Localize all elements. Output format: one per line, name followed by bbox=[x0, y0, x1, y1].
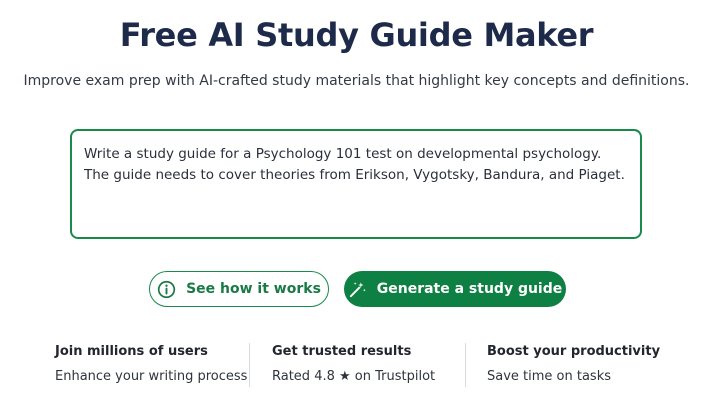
feature-divider bbox=[249, 343, 250, 387]
study-guide-page: Free AI Study Guide Maker Improve exam p… bbox=[0, 0, 713, 412]
feature-title: Join millions of users bbox=[55, 344, 208, 359]
generate-study-guide-button[interactable]: Generate a study guide bbox=[344, 271, 566, 307]
info-circle-icon bbox=[157, 280, 176, 298]
page-title: Free AI Study Guide Maker bbox=[119, 16, 594, 54]
feature-title: Boost your productivity bbox=[487, 344, 661, 359]
feature-strip: Join millions of users Enhance your writ… bbox=[40, 340, 680, 390]
see-how-it-works-label: See how it works bbox=[186, 281, 321, 297]
page-subtitle: Improve exam prep with AI-crafted study … bbox=[23, 73, 690, 89]
generate-study-guide-label: Generate a study guide bbox=[376, 281, 563, 297]
prompt-text: Write a study guide for a Psychology 101… bbox=[84, 146, 625, 183]
feature-title: Get trusted results bbox=[272, 344, 412, 359]
see-how-it-works-button[interactable]: See how it works bbox=[149, 271, 329, 307]
feature-description: Enhance your writing process bbox=[55, 369, 248, 384]
feature-description: Save time on tasks bbox=[487, 369, 612, 384]
feature-description: Rated 4.8 ★ on Trustpilot bbox=[272, 369, 436, 384]
magic-wand-icon bbox=[349, 281, 366, 297]
feature-divider bbox=[465, 343, 466, 387]
prompt-textarea[interactable]: Write a study guide for a Psychology 101… bbox=[70, 129, 642, 239]
